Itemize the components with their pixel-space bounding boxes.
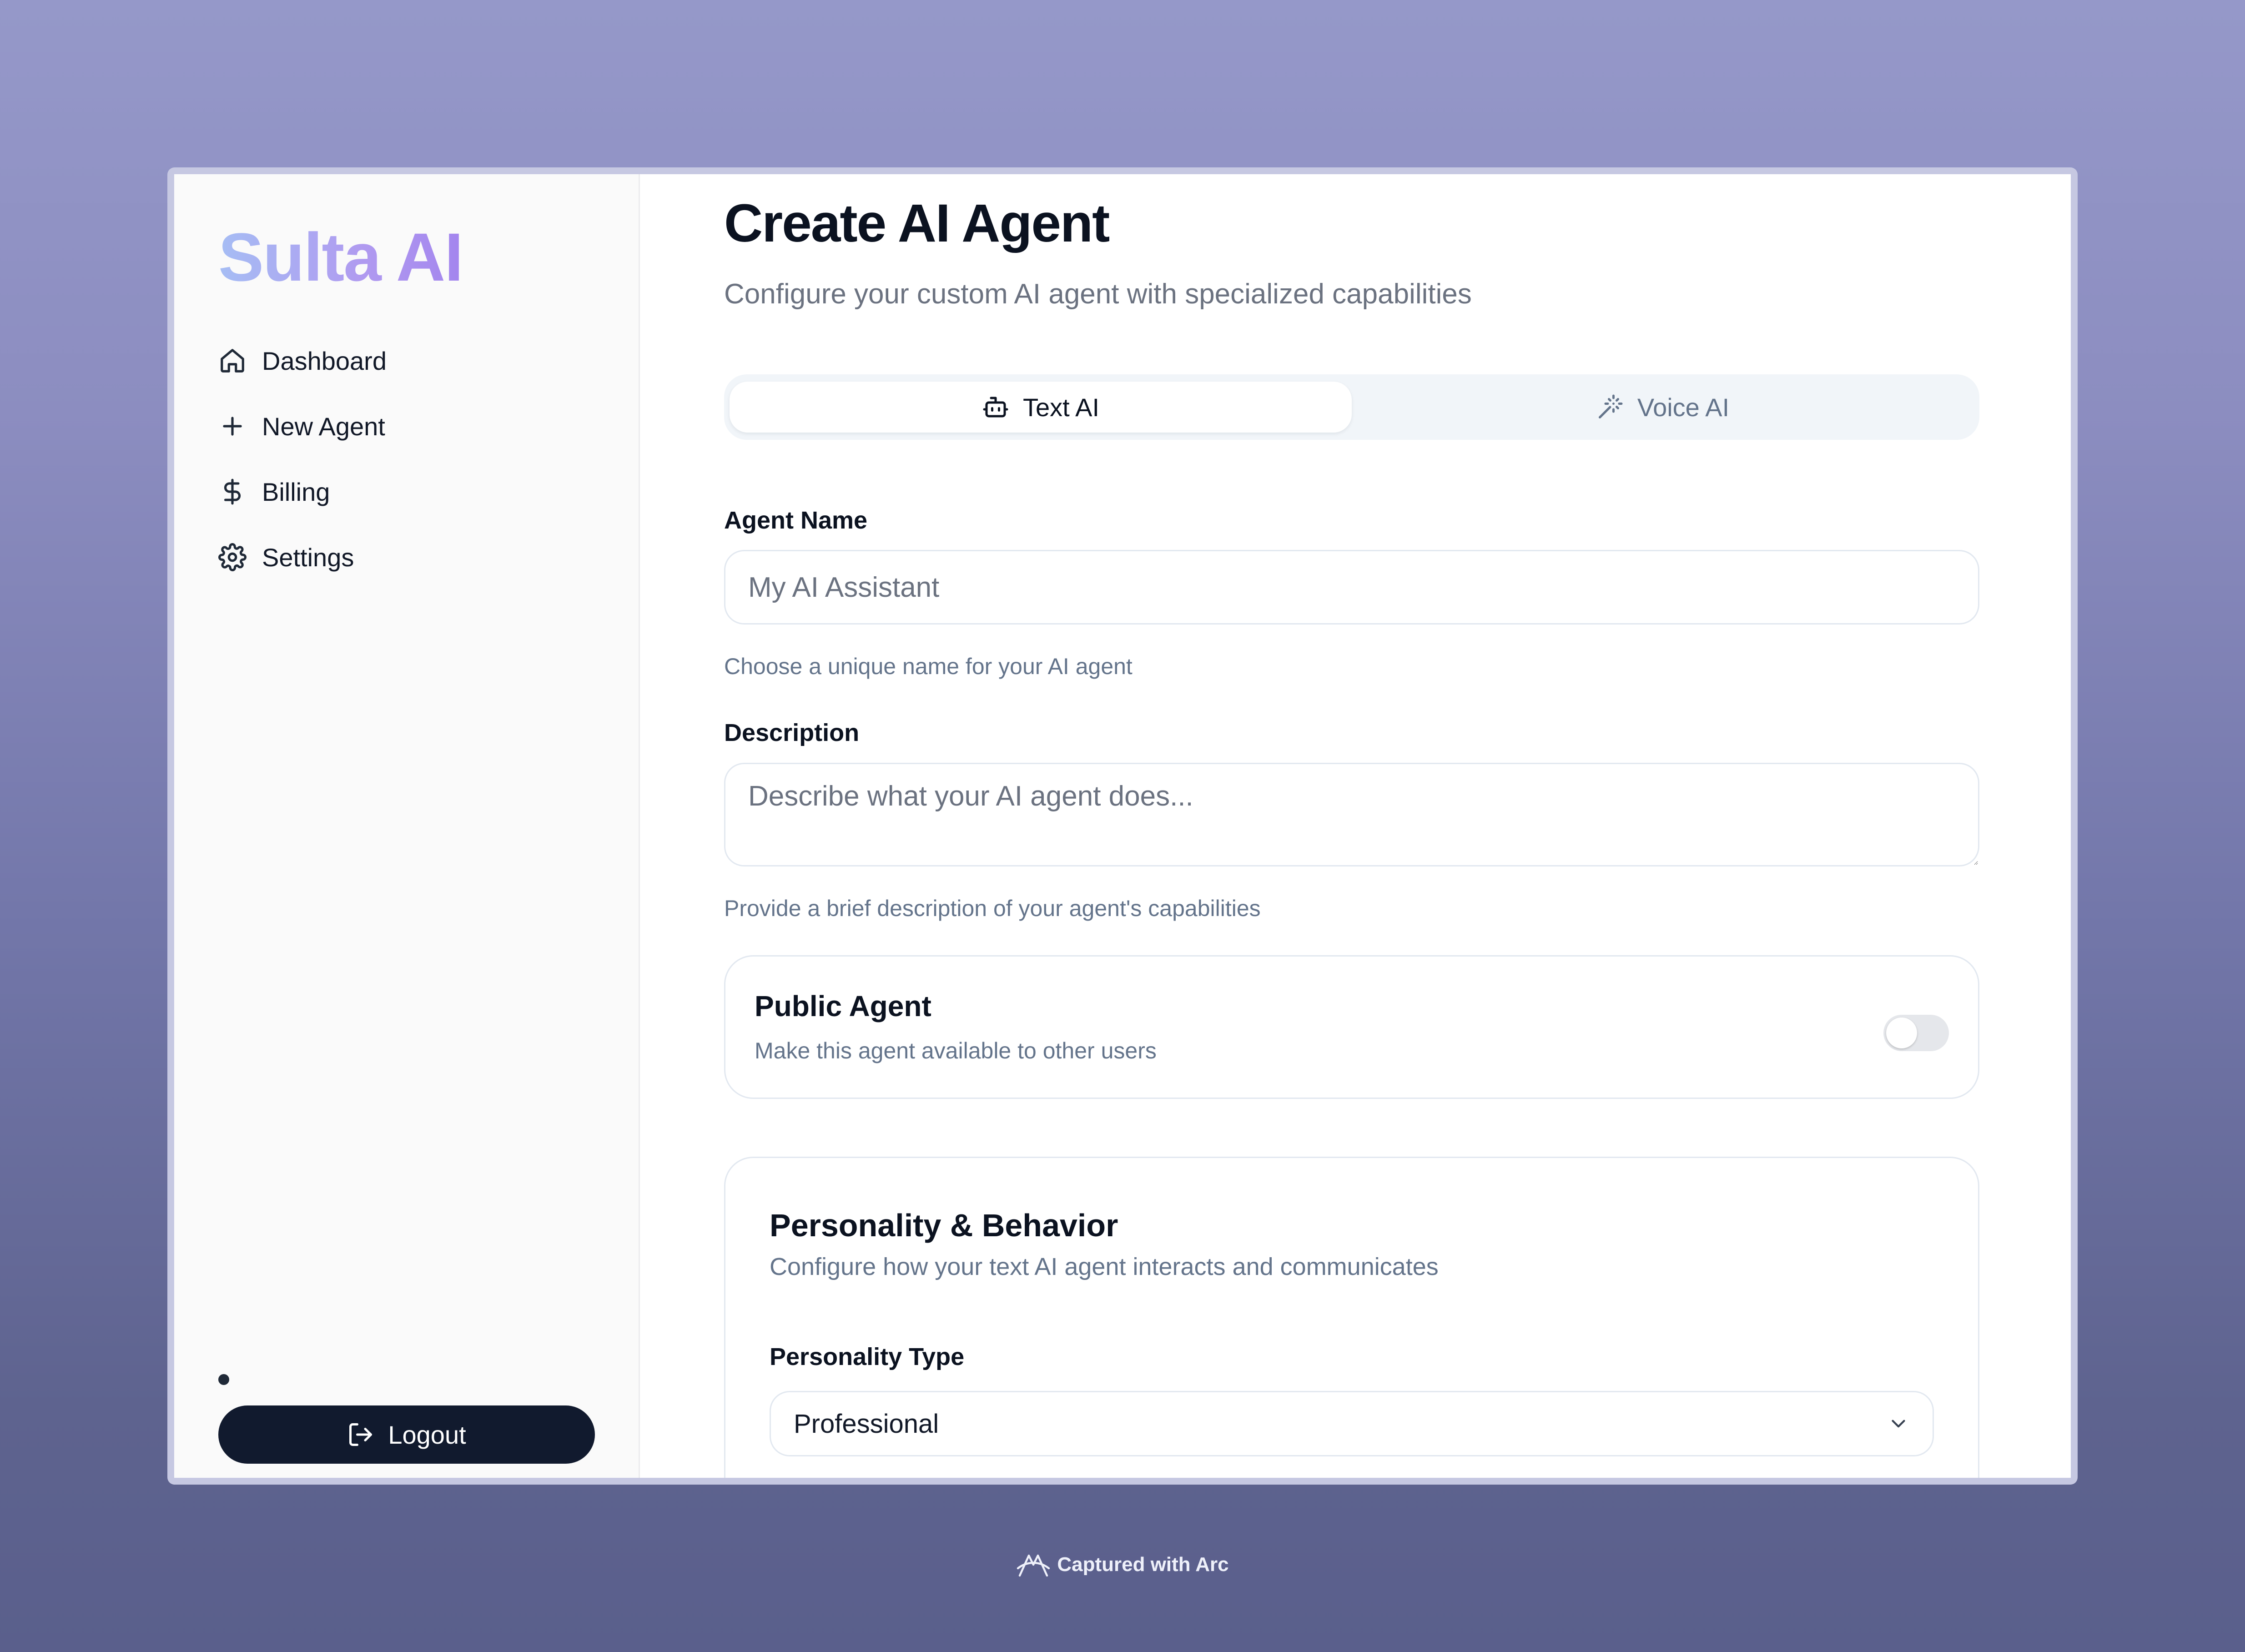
capture-text: Captured with Arc [1057, 1553, 1229, 1576]
sidebar-item-label: Billing [262, 477, 330, 506]
personality-section-description: Configure how your text AI agent interac… [770, 1253, 1439, 1280]
wand-icon [1598, 394, 1623, 418]
description-label: Description [724, 719, 860, 746]
public-agent-toggle[interactable] [1883, 1015, 1949, 1051]
page-subtitle: Configure your custom AI agent with spec… [724, 278, 1472, 310]
agent-name-label: Agent Name [724, 507, 868, 534]
app-window: Sulta AI Dashboard New Agent Billing Set… [174, 174, 2071, 1478]
status-indicator-dot [218, 1374, 229, 1385]
agent-name-input[interactable] [724, 550, 1979, 625]
agent-name-hint: Choose a unique name for your AI agent [724, 654, 1133, 679]
main-content: Create AI Agent Configure your custom AI… [640, 174, 2071, 1478]
personality-section-title: Personality & Behavior [770, 1208, 1118, 1243]
public-agent-description: Make this agent available to other users [755, 1038, 1157, 1063]
logout-icon [349, 1423, 372, 1446]
sidebar-item-label: New Agent [262, 412, 385, 441]
plus-icon [218, 412, 247, 440]
sidebar-item-new-agent[interactable]: New Agent [218, 393, 387, 459]
description-hint: Provide a brief description of your agen… [724, 896, 1261, 921]
browser-window-frame: Sulta AI Dashboard New Agent Billing Set… [167, 167, 2078, 1485]
sidebar-nav: Dashboard New Agent Billing Settings [218, 328, 387, 590]
sidebar-item-label: Dashboard [262, 346, 387, 375]
sidebar-item-dashboard[interactable]: Dashboard [218, 328, 387, 393]
logout-button[interactable]: Logout [218, 1405, 595, 1464]
sidebar-item-settings[interactable]: Settings [218, 524, 387, 590]
gear-icon [218, 543, 247, 571]
dollar-icon [218, 478, 247, 506]
tab-voice-ai[interactable]: Voice AI [1352, 382, 1974, 433]
brand-logo[interactable]: Sulta AI [218, 220, 463, 295]
home-icon [218, 347, 247, 375]
description-textarea[interactable] [724, 763, 1979, 866]
personality-behavior-card: Personality & Behavior Configure how you… [724, 1157, 1979, 1478]
sidebar-item-billing[interactable]: Billing [218, 459, 387, 524]
chevron-down-icon [1892, 1420, 1905, 1428]
agent-type-tabs: Text AI Voice AI [724, 374, 1979, 440]
personality-type-value: Professional [794, 1409, 939, 1439]
capture-watermark: Captured with Arc [0, 1550, 2245, 1579]
personality-type-label: Personality Type [770, 1343, 965, 1370]
toggle-knob [1886, 1017, 1917, 1048]
arc-logo-icon [1017, 1554, 1050, 1577]
public-agent-card: Public Agent Make this agent available t… [724, 955, 1979, 1099]
page-title: Create AI Agent [724, 193, 1110, 253]
tab-text-ai[interactable]: Text AI [730, 382, 1352, 433]
sidebar: Sulta AI Dashboard New Agent Billing Set… [174, 174, 640, 1478]
sidebar-item-label: Settings [262, 543, 354, 572]
bot-icon [983, 397, 1008, 418]
logout-label: Logout [388, 1420, 466, 1449]
personality-type-select[interactable]: Professional [770, 1391, 1934, 1456]
tab-label: Text AI [1022, 393, 1100, 422]
tab-label: Voice AI [1637, 393, 1730, 422]
public-agent-title: Public Agent [755, 990, 931, 1022]
